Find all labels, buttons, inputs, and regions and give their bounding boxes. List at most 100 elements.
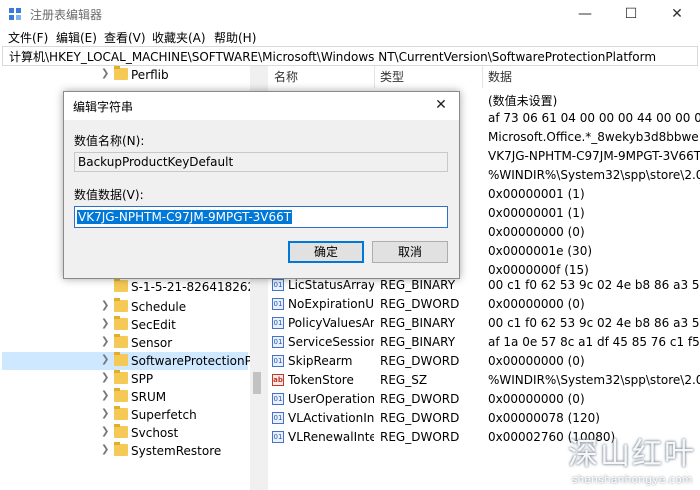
tree-item-label: Svchost [131,426,179,440]
tree-item-sensor[interactable]: ❯ Sensor [2,334,248,352]
dialog-body: 数值名称(N): BackupProductKeyDefault 数值数据(V)… [64,120,459,278]
folder-icon [114,406,128,420]
table-row[interactable]: 01 VLActivationInt... REG_DWORD 0x000000… [268,409,700,428]
window-title: 注册表编辑器 [30,8,103,22]
chevron-right-icon[interactable]: ❯ [101,300,109,311]
chevron-right-icon[interactable]: ❯ [101,390,109,401]
value-data: 0x00000000 (0) [488,354,585,368]
menu-help[interactable]: 帮助(H) [214,29,256,46]
tree-item-label: SecEdit [131,318,176,332]
column-header-name[interactable]: 名称 [274,68,298,85]
table-row[interactable]: 01 ServiceSession... REG_BINARY af 1a 0e… [268,333,700,352]
tree-item-srum[interactable]: ❯ SRUM [2,388,248,406]
value-data: 0x00000001 (1) [488,187,585,201]
menu-edit[interactable]: 编辑(E) [56,29,97,46]
value-name: VLRenewalInte... [288,430,374,444]
menu-view[interactable]: 查看(V) [104,29,146,46]
value-data: %WINDIR%\System32\spp\store\2.0 [488,373,700,387]
binary-value-icon: 01 [272,336,284,348]
dialog-title: 编辑字符串 [73,100,134,114]
value-name: SkipRearm [288,354,353,368]
folder-icon [114,424,128,438]
value-data: VK7JG-NPHTM-C97JM-9MPGT-3V66T [488,149,700,163]
minimize-button[interactable]: — [562,0,608,28]
string-value-icon: ab [272,374,284,386]
chevron-right-icon[interactable]: ❯ [101,68,109,79]
binary-value-icon: 01 [272,393,284,405]
address-bar[interactable]: 计算机\HKEY_LOCAL_MACHINE\SOFTWARE\Microsof… [2,46,698,66]
value-data-input[interactable]: VK7JG-NPHTM-C97JM-9MPGT-3V66T [74,206,448,228]
ok-button[interactable]: 确定 [288,241,364,263]
folder-icon [114,442,128,456]
tree-item-svchost[interactable]: ❯ Svchost [2,424,248,442]
binary-value-icon: 01 [272,431,284,443]
tree-item-sid[interactable]: S-1-5-21-826418262-9 [2,278,264,296]
dialog-close-button[interactable]: ✕ [429,94,453,116]
column-divider[interactable] [482,66,483,88]
cancel-button[interactable]: 取消 [372,241,448,263]
value-data: 0x00000000 (0) [488,392,585,406]
folder-icon [114,298,128,312]
chevron-right-icon[interactable]: ❯ [101,444,109,455]
selected-value-text: VK7JG-NPHTM-C97JM-9MPGT-3V66T [77,210,293,224]
value-data: 0x00000000 (0) [488,297,585,311]
table-row[interactable]: 01 NoExpirationUX REG_DWORD 0x00000000 (… [268,295,700,314]
tree-item-schedule[interactable]: ❯ Schedule [2,298,248,316]
tree-item-softwareprotectionplatform[interactable]: ❯ SoftwareProtectionPlat [2,352,264,370]
binary-value-icon: 01 [272,298,284,310]
column-header-type[interactable]: 类型 [380,68,404,85]
binary-value-icon: 01 [272,279,284,291]
folder-icon [114,316,128,330]
maximize-button[interactable]: ☐ [608,0,654,28]
table-row[interactable]: ab TokenStore REG_SZ %WINDIR%\System32\s… [268,371,700,390]
chevron-right-icon[interactable]: ❯ [101,336,109,347]
value-name: VLActivationInt... [288,411,374,425]
value-type: REG_SZ [380,373,428,387]
value-type: REG_BINARY [380,316,456,330]
table-row[interactable]: 01 UserOperations REG_DWORD 0x00000000 (… [268,390,700,409]
menu-bar: 文件(F) 编辑(E) 查看(V) 收藏夹(A) 帮助(H) [0,28,700,46]
value-type: REG_DWORD [380,297,460,311]
menu-file[interactable]: 文件(F) [8,29,48,46]
tree-scrollbar-thumb[interactable] [253,372,261,394]
watermark-url: shenshanhongye.com [571,473,693,486]
tree-item-label: S-1-5-21-826418262-9 [131,280,264,294]
value-name: PolicyValuesAr... [288,316,374,330]
folder-open-icon [114,352,128,366]
tree-item-perflib[interactable]: ❯ Perflib [2,66,248,84]
value-name: UserOperations [288,392,374,406]
chevron-right-icon[interactable]: ❯ [101,426,109,437]
binary-value-icon: 01 [272,412,284,424]
tree-item-systemrestore[interactable]: ❯ SystemRestore [2,442,248,460]
value-type: REG_BINARY [380,278,456,292]
value-data: af 1a 0e 57 8c a1 df 45 85 76 c1 f5 04 a [488,335,700,349]
value-data: (数值未设置) [488,94,558,108]
value-name: NoExpirationUX [288,297,374,311]
table-row[interactable]: 01 SkipRearm REG_DWORD 0x00000000 (0) [268,352,700,371]
chevron-right-icon[interactable]: ❯ [101,372,109,383]
tree-item-secedit[interactable]: ❯ SecEdit [2,316,248,334]
tree-item-label: Superfetch [131,408,197,422]
value-data: 0x00000001 (1) [488,206,585,220]
value-type: REG_DWORD [380,411,460,425]
folder-icon [114,388,128,402]
column-divider[interactable] [374,66,375,88]
tree-item-label: SystemRestore [131,444,222,458]
column-header-data[interactable]: 数据 [488,68,512,85]
menu-favorites[interactable]: 收藏夹(A) [152,29,206,46]
value-type: REG_BINARY [380,335,456,349]
tree-item-label: Sensor [131,336,173,350]
value-name-field: BackupProductKeyDefault [74,152,448,172]
tree-item-label: SoftwareProtectionPlat [131,354,264,368]
tree-item-superfetch[interactable]: ❯ Superfetch [2,406,248,424]
chevron-right-icon[interactable]: ❯ [101,354,109,365]
tree-item-spp[interactable]: ❯ SPP [2,370,248,388]
table-row[interactable]: 01 PolicyValuesAr... REG_BINARY 00 c1 f0… [268,314,700,333]
watermark-text: 深山红叶 [568,437,696,472]
folder-icon [114,66,128,80]
chevron-right-icon[interactable]: ❯ [101,408,109,419]
close-window-button[interactable]: ✕ [654,0,700,28]
value-data: af 73 06 61 04 00 00 00 44 00 00 00 48 [488,111,700,125]
chevron-right-icon[interactable]: ❯ [101,318,109,329]
value-name: ServiceSession... [288,335,374,349]
